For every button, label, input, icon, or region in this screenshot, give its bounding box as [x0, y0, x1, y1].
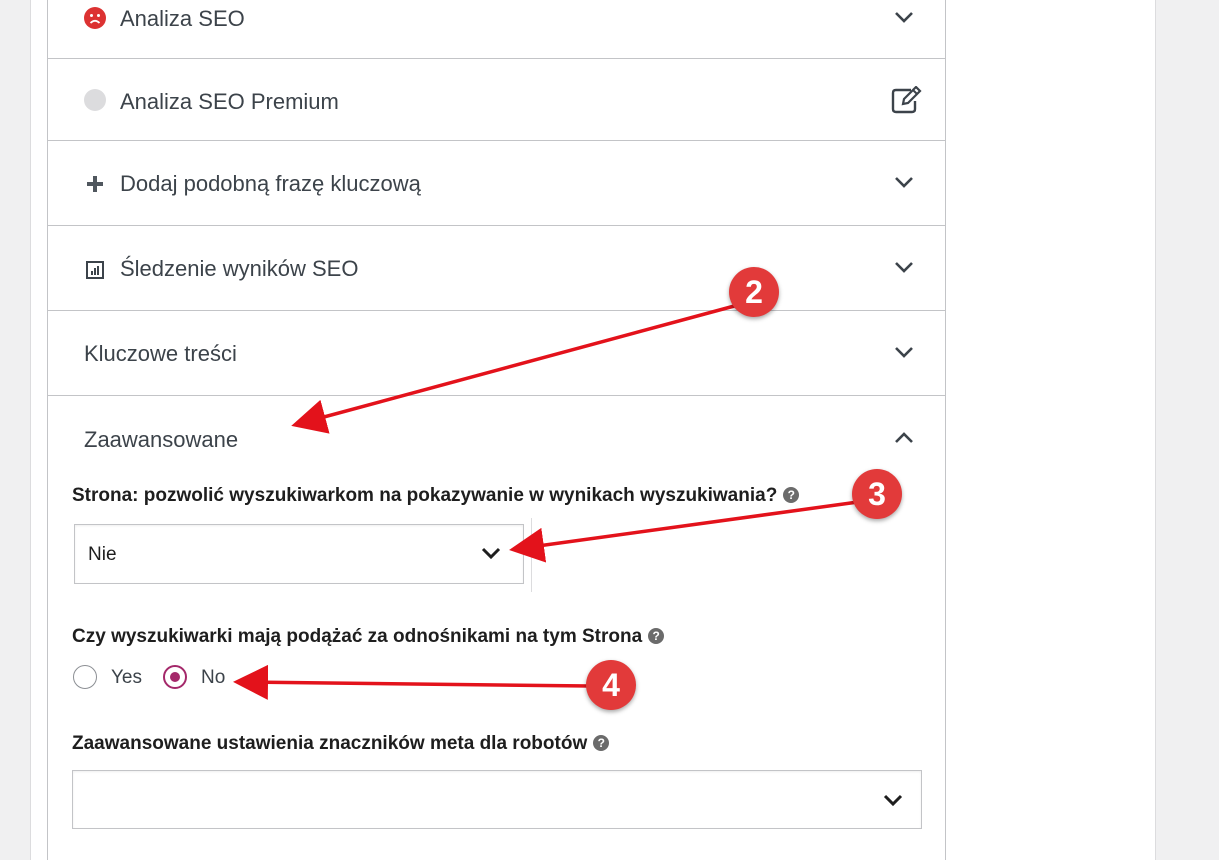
arrow-4	[233, 664, 591, 700]
annotation-badge-3: 3	[852, 469, 902, 519]
annotation-badge-2: 2	[729, 267, 779, 317]
arrow-3	[509, 500, 859, 563]
annotation-arrows	[233, 303, 859, 700]
annotation-badge-4: 4	[586, 660, 636, 710]
arrow-2	[291, 303, 739, 434]
